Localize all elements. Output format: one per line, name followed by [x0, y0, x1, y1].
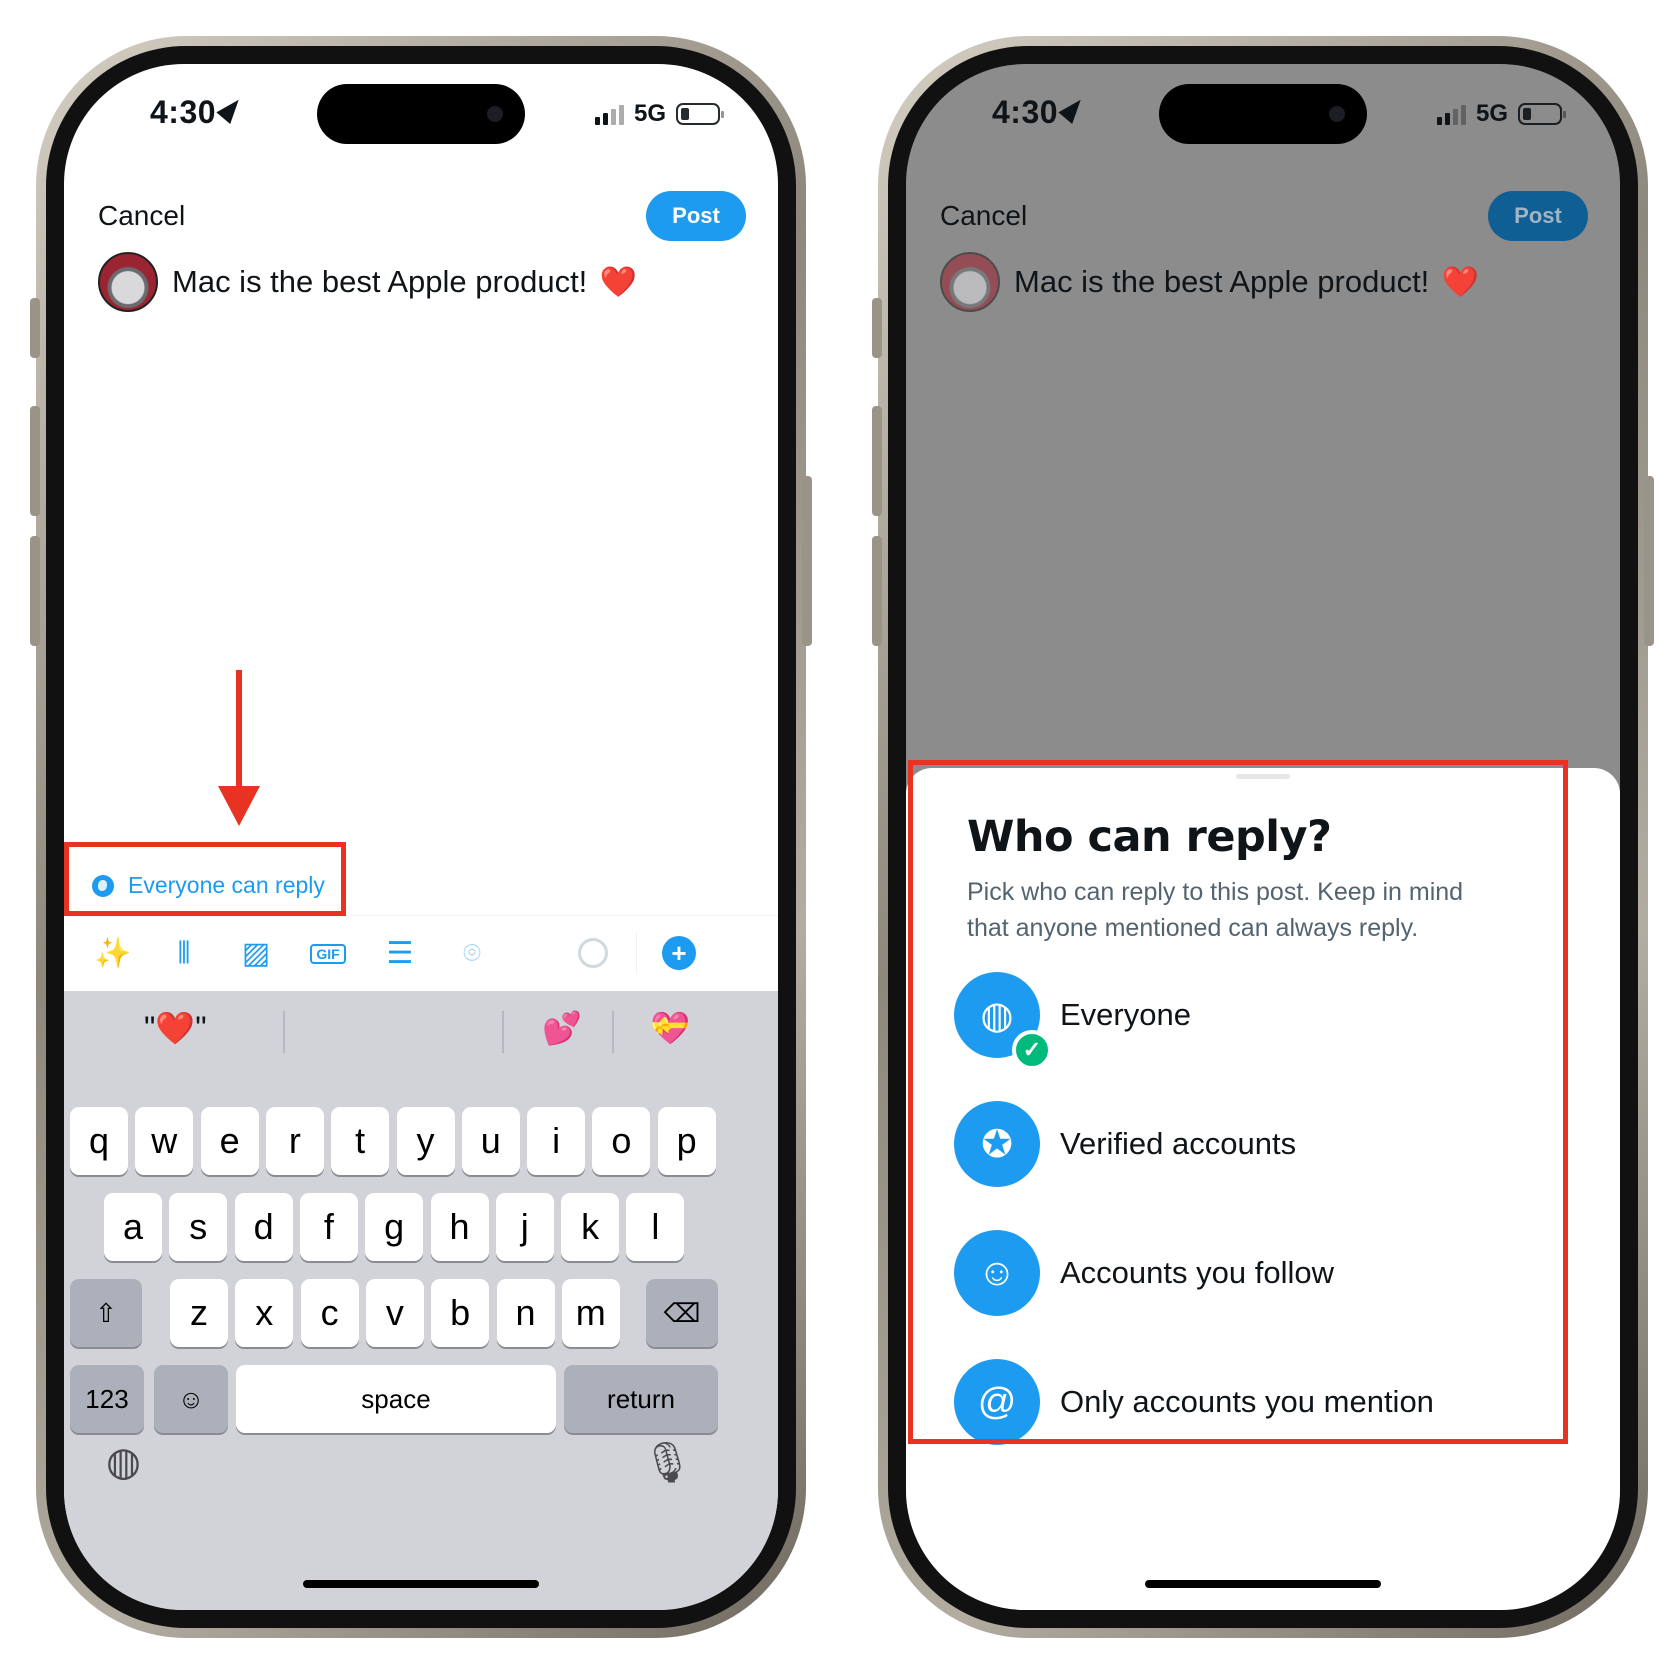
post-button: Post	[1488, 191, 1588, 241]
volume-down-button	[30, 536, 40, 646]
key-x[interactable]: x	[235, 1279, 294, 1347]
key-w[interactable]: w	[135, 1107, 194, 1175]
dynamic-island	[317, 84, 525, 144]
keyboard: "❤️" 💕 💝 qwertyuiop asdfghjkl zxcvbnm ⇧ …	[64, 991, 778, 1610]
key-q[interactable]: q	[70, 1107, 128, 1175]
suggestion-1[interactable]: "❤️"	[144, 1009, 207, 1047]
location-arrow-icon	[1058, 94, 1088, 124]
screen: 4:30 5G Cancel Post Mac is the best Appl…	[64, 64, 778, 1610]
compose-row: Mac is the best Apple product! ❤️	[98, 252, 637, 312]
poll-icon[interactable]: ☰	[382, 936, 418, 971]
avatar	[940, 252, 1000, 312]
toolbar-divider	[636, 932, 637, 974]
location-icon[interactable]: ⌾	[454, 937, 490, 971]
key-n[interactable]: n	[496, 1279, 555, 1347]
microphone-icon[interactable]: 🎙	[642, 1439, 693, 1486]
home-indicator[interactable]	[1145, 1580, 1381, 1588]
highlight-box	[908, 760, 1568, 1444]
key-h[interactable]: h	[430, 1193, 489, 1261]
camera-icon	[1329, 106, 1345, 122]
key-m[interactable]: m	[561, 1279, 620, 1347]
status-indicators: 5G	[594, 100, 724, 128]
annotation-arrow	[236, 670, 242, 790]
key-b[interactable]: b	[431, 1279, 490, 1347]
screen: 4:30 5G Cancel Post Mac is the best Appl…	[906, 64, 1620, 1610]
battery-icon	[676, 103, 724, 125]
phone-reply-options: 4:30 5G Cancel Post Mac is the best Appl…	[872, 36, 1654, 1638]
progress-ring-icon	[578, 938, 608, 968]
highlight-box	[64, 842, 346, 916]
key-o[interactable]: o	[592, 1107, 651, 1175]
battery-icon	[1518, 103, 1566, 125]
location-arrow-icon	[216, 94, 246, 124]
numbers-key[interactable]: 123	[70, 1365, 144, 1433]
key-f[interactable]: f	[299, 1193, 358, 1261]
key-g[interactable]: g	[365, 1193, 424, 1261]
heart-emoji: ❤️	[1441, 266, 1480, 299]
home-indicator[interactable]	[303, 1580, 539, 1588]
key-d[interactable]: d	[234, 1193, 293, 1261]
key-v[interactable]: v	[365, 1279, 424, 1347]
action-button	[872, 298, 882, 358]
key-l[interactable]: l	[626, 1193, 685, 1261]
key-e[interactable]: e	[200, 1107, 259, 1175]
key-s[interactable]: s	[169, 1193, 228, 1261]
suggestion-divider	[502, 1011, 504, 1053]
suggestion-3[interactable]: 💝	[650, 1009, 690, 1047]
status-time: 4:30	[992, 94, 1088, 131]
key-u[interactable]: u	[461, 1107, 520, 1175]
grok-icon[interactable]: ✨	[94, 936, 131, 971]
add-icon[interactable]: +	[662, 936, 696, 970]
delete-key[interactable]: ⌫	[646, 1279, 718, 1347]
signal-icon	[1436, 103, 1466, 125]
key-j[interactable]: j	[495, 1193, 554, 1261]
emoji-suggestions: "❤️" 💕 💝	[64, 1001, 778, 1061]
side-button	[802, 476, 812, 646]
heart-emoji: ❤️	[599, 266, 638, 299]
space-key[interactable]: space	[236, 1365, 556, 1433]
image-icon[interactable]: ▨	[238, 936, 274, 971]
dynamic-island	[1159, 84, 1367, 144]
voice-icon[interactable]: ⦀	[166, 937, 202, 971]
avatar[interactable]	[98, 252, 158, 312]
phone-compose: 4:30 5G Cancel Post Mac is the best Appl…	[30, 36, 812, 1638]
side-button	[1644, 476, 1654, 646]
key-t[interactable]: t	[331, 1107, 390, 1175]
network-label: 5G	[1475, 100, 1508, 127]
volume-down-button	[872, 536, 882, 646]
shift-key[interactable]: ⇧	[70, 1279, 142, 1347]
compose-text: Mac is the best Apple product! ❤️	[1014, 264, 1480, 299]
status-time: 4:30	[150, 94, 246, 131]
suggestion-divider	[283, 1011, 285, 1053]
cancel-button: Cancel	[940, 200, 1028, 231]
compose-text[interactable]: Mac is the best Apple product! ❤️	[172, 264, 637, 300]
signal-icon	[594, 103, 624, 125]
emoji-key[interactable]: ☺	[154, 1365, 228, 1433]
action-button	[30, 298, 40, 358]
network-label: 5G	[633, 100, 666, 127]
key-k[interactable]: k	[561, 1193, 620, 1261]
globe-icon[interactable]: ◍	[106, 1439, 141, 1485]
volume-up-button	[30, 406, 40, 516]
volume-up-button	[872, 406, 882, 516]
key-i[interactable]: i	[527, 1107, 586, 1175]
key-z[interactable]: z	[170, 1279, 228, 1347]
gif-icon[interactable]: GIF	[310, 943, 346, 964]
compose-row: Mac is the best Apple product! ❤️	[940, 252, 1479, 312]
key-r[interactable]: r	[265, 1107, 324, 1175]
key-y[interactable]: y	[396, 1107, 455, 1175]
key-c[interactable]: c	[300, 1279, 359, 1347]
suggestion-divider	[612, 1011, 614, 1053]
compose-toolbar: ✨ ⦀ ▨ GIF ☰ ⌾ +	[64, 915, 778, 991]
key-p[interactable]: p	[657, 1107, 716, 1175]
status-indicators: 5G	[1436, 100, 1566, 128]
key-a[interactable]: a	[104, 1193, 162, 1261]
suggestion-2[interactable]: 💕	[542, 1009, 582, 1047]
camera-icon	[487, 106, 503, 122]
return-key[interactable]: return	[564, 1365, 718, 1433]
post-button[interactable]: Post	[646, 191, 746, 241]
cancel-button[interactable]: Cancel	[98, 200, 185, 232]
annotation-arrow-head	[218, 786, 260, 826]
